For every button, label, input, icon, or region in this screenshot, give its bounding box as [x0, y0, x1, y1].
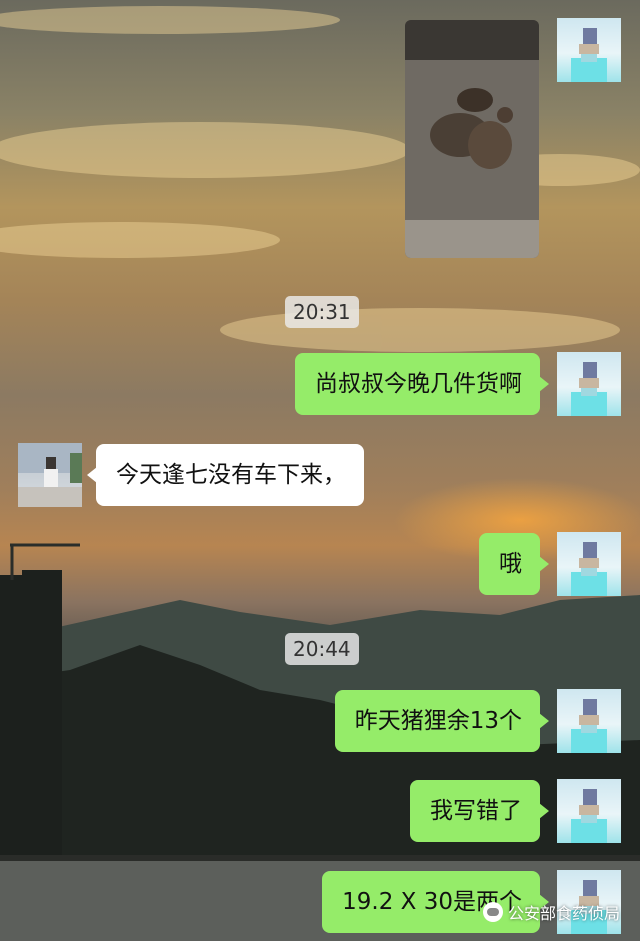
- my-avatar[interactable]: [557, 779, 621, 843]
- watermark-text: 公安部食药侦局: [507, 904, 620, 923]
- photo-thumbnail-icon: [405, 20, 539, 258]
- my-avatar[interactable]: [557, 532, 621, 596]
- outgoing-message[interactable]: 昨天猪狸余13个: [334, 690, 550, 752]
- near-hills: [0, 645, 640, 860]
- avatar-person-icon: [571, 28, 607, 82]
- my-avatar[interactable]: [557, 352, 621, 416]
- photo-message[interactable]: [405, 20, 539, 258]
- far-mountains: [0, 595, 640, 760]
- avatar-person-icon: [571, 789, 607, 843]
- avatar-person-icon: [571, 699, 607, 753]
- incoming-message[interactable]: 今天逢七没有车下来，: [87, 444, 364, 506]
- timestamp: 20:31: [285, 296, 359, 328]
- my-avatar[interactable]: [557, 689, 621, 753]
- contact-avatar[interactable]: [18, 443, 82, 507]
- avatar-person-icon: [571, 542, 607, 596]
- avatar-person-icon: [18, 443, 82, 507]
- wechat-public-icon: [482, 902, 503, 922]
- outgoing-message[interactable]: 哦: [479, 533, 549, 595]
- timestamp: 20:44: [285, 633, 359, 665]
- avatar-person-icon: [571, 362, 607, 416]
- outgoing-message[interactable]: 我写错了: [410, 780, 549, 842]
- watermark: 公安部食药侦局: [482, 900, 620, 924]
- building: [0, 575, 62, 865]
- outgoing-message[interactable]: 尚叔叔今晚几件货啊: [295, 353, 549, 415]
- my-avatar[interactable]: [557, 18, 621, 82]
